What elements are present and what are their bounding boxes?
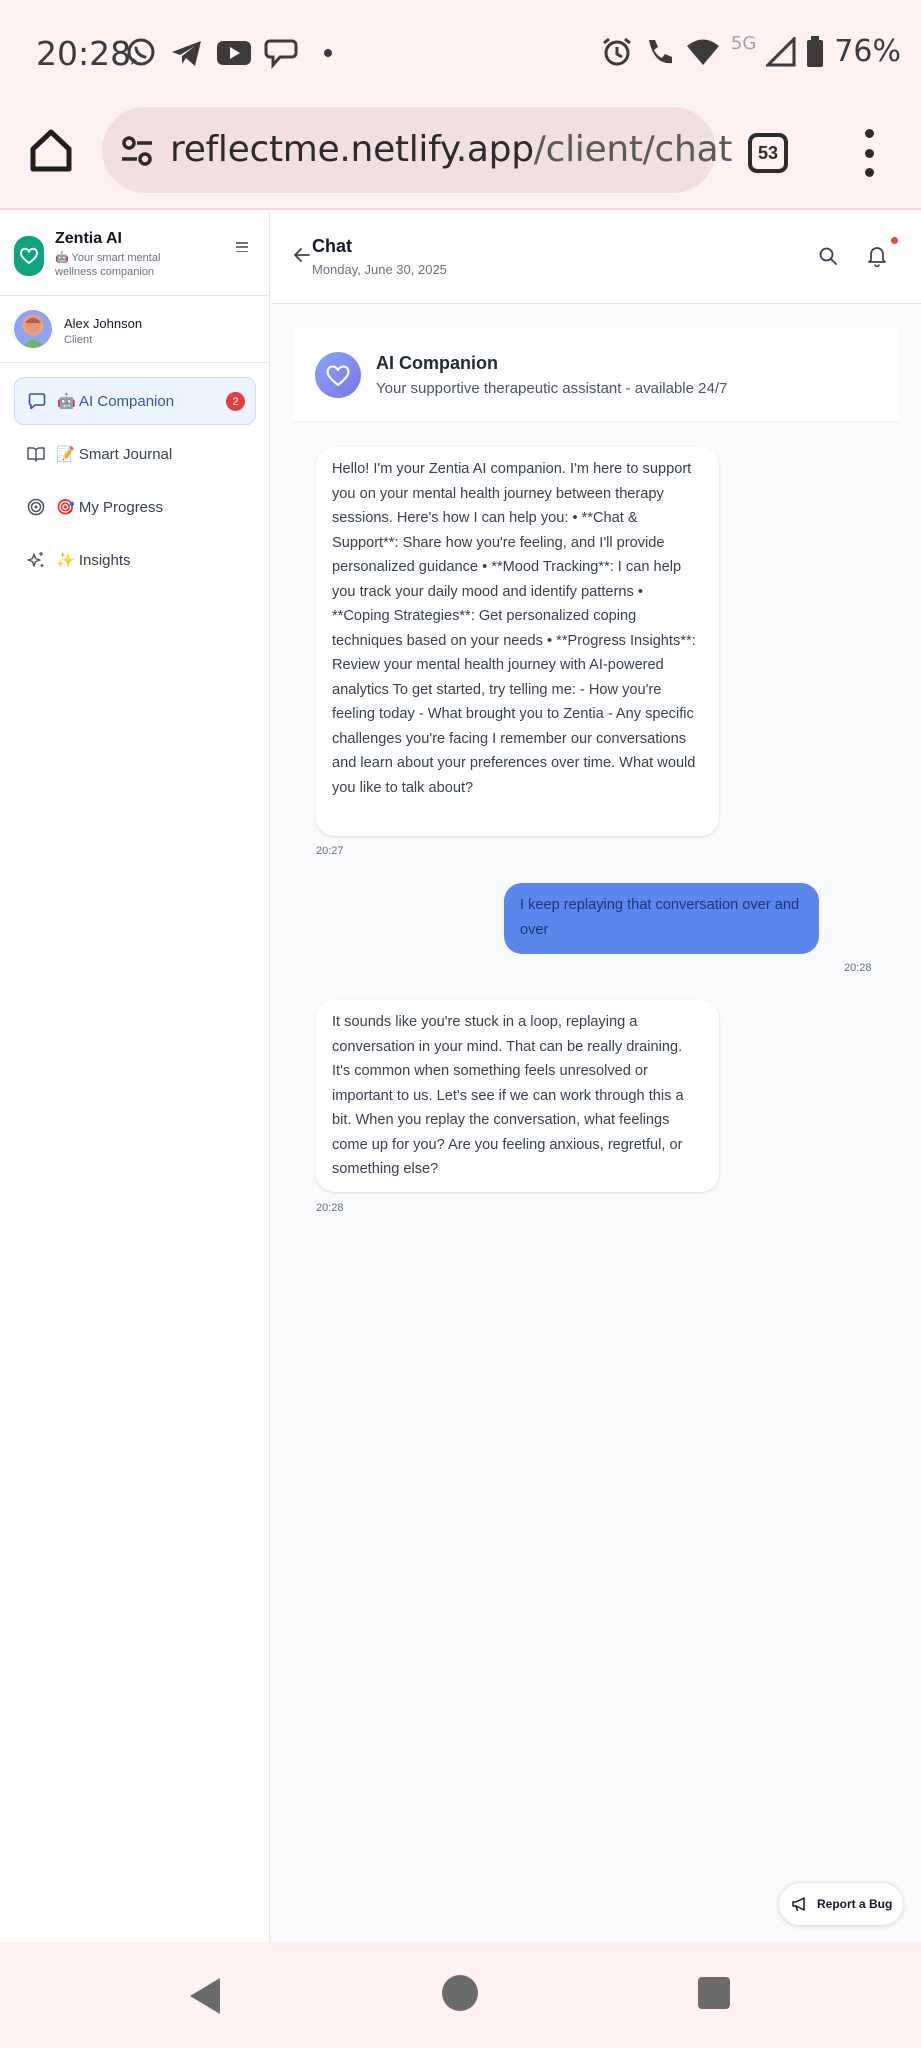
network-type-label: 5G	[730, 33, 757, 54]
message-text: Hello! I'm your Zentia AI companion. I'm…	[332, 461, 696, 796]
chat-main: Chat Monday, June 30, 2025 AI Companion …	[271, 212, 921, 1942]
page-date: Monday, June 30, 2025	[312, 262, 447, 277]
notification-dot	[891, 237, 898, 244]
sidebar-item-insights[interactable]: ✨ Insights	[14, 536, 256, 584]
chat-bubble-icon	[264, 39, 298, 69]
brand-subtitle: 🤖 Your smart mental wellness companion	[55, 252, 161, 278]
system-nav-bar	[0, 1942, 921, 2048]
sidebar-item-label: 🤖 AI Companion	[57, 393, 175, 410]
report-bug-label: Report a Bug	[817, 1897, 893, 1911]
wifi-icon	[686, 39, 719, 65]
telegram-icon	[172, 41, 201, 66]
message-text: It sounds like you're stuck in a loop, r…	[332, 1014, 684, 1177]
user-name: Alex Johnson	[64, 316, 143, 331]
hamburger-menu-icon[interactable]	[236, 242, 248, 252]
chat-header: Chat Monday, June 30, 2025	[271, 212, 921, 304]
brand: Zentia AI 🤖 Your smart mental wellness c…	[14, 230, 256, 290]
status-time: 20:28	[36, 34, 132, 73]
avatar	[14, 310, 52, 348]
url-host: reflectme.netlify.app	[170, 129, 534, 170]
system-icons: 5G 76%	[601, 33, 901, 69]
sidebar-item-ai-companion[interactable]: 🤖 AI Companion 2	[14, 377, 256, 425]
site-settings-icon[interactable]	[120, 134, 154, 168]
ai-message: Hello! I'm your Zentia AI companion. I'm…	[316, 447, 719, 836]
ai-message: It sounds like you're stuck in a loop, r…	[316, 1000, 719, 1192]
sidebar-item-smart-journal[interactable]: 📝 Smart Journal	[14, 430, 256, 478]
battery-percent: 76%	[834, 34, 901, 69]
recents-square-icon[interactable]	[698, 1977, 730, 2009]
companion-card: AI Companion Your supportive therapeutic…	[293, 328, 899, 422]
signal-icon	[766, 36, 796, 66]
report-bug-button[interactable]: Report a Bug	[778, 1882, 904, 1926]
message-timestamp: 20:28	[316, 1202, 344, 1214]
search-icon[interactable]	[818, 246, 838, 266]
youtube-icon	[217, 41, 251, 65]
target-icon	[26, 497, 46, 517]
companion-subtitle: Your supportive therapeutic assistant - …	[376, 380, 728, 397]
unread-badge: 2	[226, 392, 245, 411]
message-icon	[27, 391, 47, 411]
message-timestamp: 20:27	[316, 845, 344, 857]
url-path: /client/chat	[533, 129, 733, 170]
heart-logo-icon	[14, 236, 44, 276]
battery-icon	[807, 35, 824, 67]
home-circle-icon[interactable]	[442, 1975, 478, 2011]
address-bar[interactable]: reflectme.netlify.app/client/chat	[102, 107, 732, 193]
book-icon	[26, 444, 46, 464]
bell-icon[interactable]	[867, 245, 887, 267]
tab-switcher-button[interactable]: 53	[748, 133, 788, 173]
divider	[0, 362, 270, 363]
user-role: Client	[64, 334, 93, 346]
user-message: I keep replaying that conversation over …	[504, 883, 819, 954]
message-timestamp: 20:28	[844, 962, 872, 974]
browser-menu-icon[interactable]	[862, 129, 876, 177]
home-icon[interactable]	[28, 127, 74, 173]
wifi-calling-icon	[648, 39, 672, 63]
sidebar-item-label: 🎯 My Progress	[56, 499, 164, 516]
user-profile[interactable]: Alex Johnson Client	[14, 308, 254, 354]
sidebar-item-label: 📝 Smart Journal	[56, 446, 173, 463]
more-notifications-dot	[324, 49, 332, 57]
browser-toolbar: reflectme.netlify.app/client/chat 53	[0, 105, 921, 210]
companion-name: AI Companion	[376, 353, 498, 373]
sparkles-icon	[26, 550, 46, 570]
url-text: reflectme.netlify.app/client/chat	[170, 129, 732, 170]
alarm-icon	[602, 37, 631, 65]
back-triangle-icon[interactable]	[188, 1976, 222, 2016]
sidebar-item-label: ✨ Insights	[56, 552, 131, 569]
page-title: Chat	[312, 236, 352, 256]
megaphone-icon	[792, 1897, 805, 1912]
arrow-left-icon[interactable]	[293, 246, 311, 264]
sidebar-nav: 🤖 AI Companion 2 📝 Smart Journal 🎯 My Pr…	[14, 377, 256, 589]
sidebar-item-my-progress[interactable]: 🎯 My Progress	[14, 483, 256, 531]
brand-title: Zentia AI	[55, 230, 122, 247]
notification-icons	[124, 36, 332, 70]
sidebar: Zentia AI 🤖 Your smart mental wellness c…	[0, 212, 270, 1942]
divider	[0, 295, 270, 296]
heart-icon	[315, 352, 361, 398]
status-bar: 20:28 5G 76%	[0, 0, 921, 105]
message-text: I keep replaying that conversation over …	[520, 897, 800, 938]
whatsapp-icon	[127, 38, 155, 66]
